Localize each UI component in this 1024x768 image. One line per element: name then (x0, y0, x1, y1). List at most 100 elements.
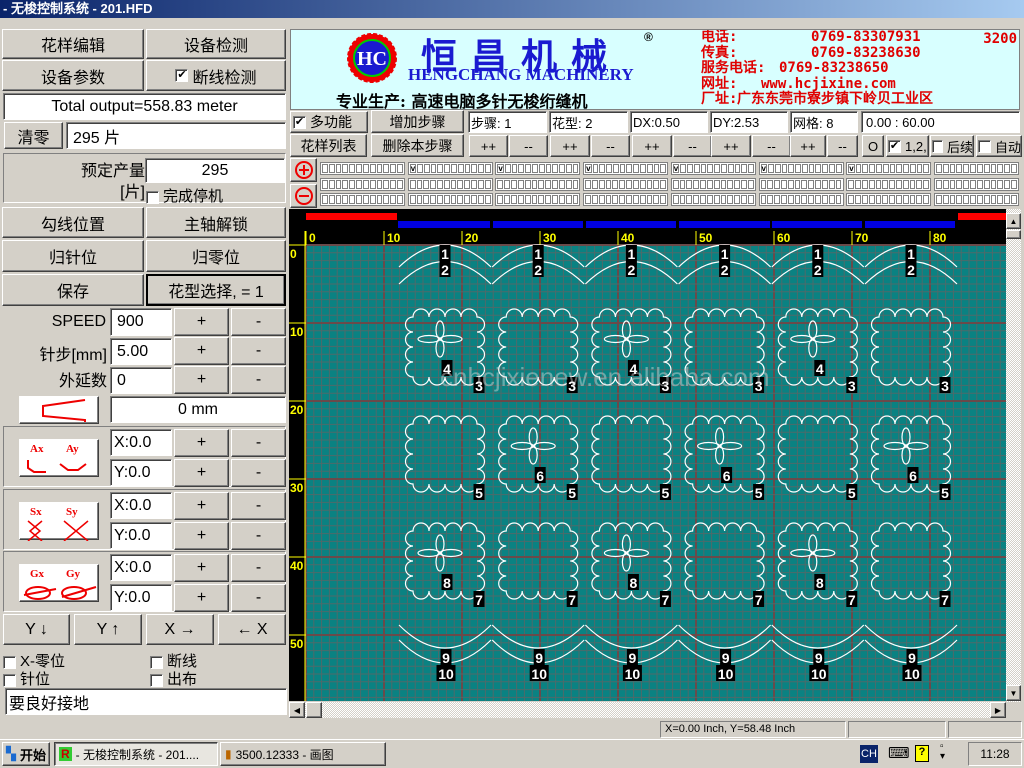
needle-checkbox[interactable] (585, 195, 591, 204)
needle-checkbox[interactable] (545, 164, 552, 173)
needle-checkbox[interactable] (653, 164, 660, 173)
opt12-checkbox[interactable]: ✔ (888, 139, 901, 153)
needle-checkbox[interactable] (727, 180, 734, 189)
needle-checkbox[interactable] (397, 164, 403, 173)
needle-checkbox[interactable] (497, 180, 504, 189)
stitch-plus-button[interactable]: + (174, 337, 229, 365)
needle-checkbox[interactable] (545, 195, 552, 204)
y-down-button[interactable]: Y ↓ (3, 614, 70, 645)
cloth-out-toggle[interactable]: 出布 (150, 668, 197, 689)
needle-checkbox[interactable] (672, 195, 679, 204)
needle-checkbox[interactable] (909, 180, 916, 189)
s-offset-y-plus-button[interactable]: + (174, 522, 229, 550)
needle-checkbox[interactable] (848, 195, 855, 204)
needle-checkbox[interactable] (619, 180, 626, 189)
follow-toggle[interactable]: 后续 (930, 135, 974, 157)
needle-checkbox[interactable] (525, 164, 531, 173)
needle-checkbox[interactable] (558, 180, 565, 189)
needle-checkbox[interactable] (524, 180, 531, 189)
needle-checkbox[interactable] (720, 164, 727, 173)
needle-checkbox[interactable] (794, 195, 801, 204)
spindle-unlock-button[interactable]: 主轴解锁 (146, 207, 286, 238)
needle-checkbox[interactable] (552, 195, 558, 204)
needle-checkbox[interactable] (585, 180, 591, 189)
s-offset-x-minus-button[interactable]: - (231, 492, 286, 520)
needle-checkbox[interactable] (591, 180, 598, 189)
needle-checkbox[interactable] (909, 195, 916, 204)
needle-checkbox[interactable] (397, 195, 403, 204)
dx-decrement-button[interactable]: -- (673, 135, 712, 157)
needle-checkbox[interactable] (565, 180, 572, 189)
a-offset-x-minus-button[interactable]: - (231, 429, 286, 457)
needle-checkbox[interactable] (409, 180, 416, 189)
needle-checkbox[interactable] (997, 164, 1004, 173)
needle-checkbox[interactable] (335, 164, 342, 173)
needle-checkbox[interactable] (660, 180, 667, 189)
needle-checkbox[interactable] (342, 180, 349, 189)
needle-checkbox[interactable] (349, 164, 356, 173)
hook-position-button[interactable]: 勾线位置 (2, 207, 144, 238)
needle-pos-checkbox[interactable] (3, 673, 16, 687)
needle-checkbox[interactable] (949, 195, 956, 204)
needle-checkbox[interactable] (369, 180, 376, 189)
needle-checkbox[interactable] (923, 195, 930, 204)
needle-checkbox[interactable] (983, 195, 990, 204)
needle-checkbox[interactable] (747, 195, 754, 204)
needle-checkbox[interactable] (990, 195, 997, 204)
s-offset-y-input[interactable]: Y:0.0 (110, 522, 172, 549)
needle-checkbox[interactable] (362, 195, 369, 204)
stitch-input[interactable]: 5.00 (110, 338, 172, 365)
scroll-left-arrow-icon[interactable]: ◀ (289, 702, 305, 718)
taskbar-item-paint[interactable]: ▮ 3500.12333 - 画图 (220, 742, 386, 766)
needle-checkbox[interactable] (545, 180, 552, 189)
needle-checkbox[interactable] (727, 195, 734, 204)
dx-increment-button[interactable]: ++ (632, 135, 672, 157)
needle-checkbox[interactable] (531, 180, 538, 189)
needle-checkbox[interactable] (787, 195, 794, 204)
needle-checkbox[interactable]: v (760, 164, 767, 173)
needle-checkbox[interactable] (970, 164, 976, 173)
break-detect-toggle[interactable]: ✔ 断线检测 (146, 60, 286, 91)
needle-checkbox[interactable] (780, 180, 787, 189)
needle-checkbox[interactable] (369, 164, 376, 173)
needle-checkbox[interactable] (741, 164, 748, 173)
finish-stop-toggle[interactable]: 完成停机 (146, 185, 223, 206)
needle-checkbox[interactable] (639, 195, 646, 204)
needle-checkbox[interactable] (328, 180, 335, 189)
y-up-button[interactable]: Y ↑ (74, 614, 142, 645)
needle-checkbox[interactable] (484, 164, 491, 173)
needle-checkbox[interactable] (976, 164, 983, 173)
needle-checkbox[interactable] (457, 195, 464, 204)
needle-checkbox[interactable] (903, 164, 909, 173)
needle-checkbox[interactable] (531, 195, 538, 204)
needle-checkbox[interactable] (821, 195, 828, 204)
needle-checkbox[interactable] (808, 195, 815, 204)
needle-checkbox[interactable] (720, 180, 727, 189)
needle-checkbox[interactable] (640, 164, 646, 173)
auto-checkbox[interactable] (978, 139, 991, 153)
needle-checkbox[interactable] (855, 180, 861, 189)
needle-checkbox[interactable] (767, 164, 774, 173)
needle-checkbox[interactable] (626, 180, 632, 189)
needle-checkbox[interactable] (902, 195, 909, 204)
needle-checkbox[interactable] (767, 180, 774, 189)
needle-checkbox[interactable] (511, 180, 517, 189)
needle-checkbox[interactable] (949, 164, 956, 173)
needle-checkbox[interactable] (983, 180, 990, 189)
needle-checkbox[interactable] (451, 164, 457, 173)
needle-checkbox[interactable] (680, 164, 687, 173)
needle-checkbox[interactable] (868, 180, 875, 189)
needle-checkbox[interactable] (477, 195, 484, 204)
scroll-down-arrow-icon[interactable]: ▼ (1006, 685, 1021, 701)
needle-checkbox[interactable] (748, 164, 754, 173)
needle-checkbox[interactable] (511, 164, 518, 173)
needle-checkbox[interactable] (963, 180, 970, 189)
needle-checkbox[interactable] (781, 164, 788, 173)
needle-checkbox[interactable] (976, 180, 983, 189)
add-step-button[interactable]: 增加步骤 (371, 110, 464, 133)
needle-checkbox[interactable] (895, 195, 902, 204)
needle-checkbox[interactable] (774, 164, 781, 173)
needle-checkbox[interactable] (875, 164, 882, 173)
needle-checkbox[interactable] (828, 180, 835, 189)
device-params-button[interactable]: 设备参数 (2, 60, 144, 91)
